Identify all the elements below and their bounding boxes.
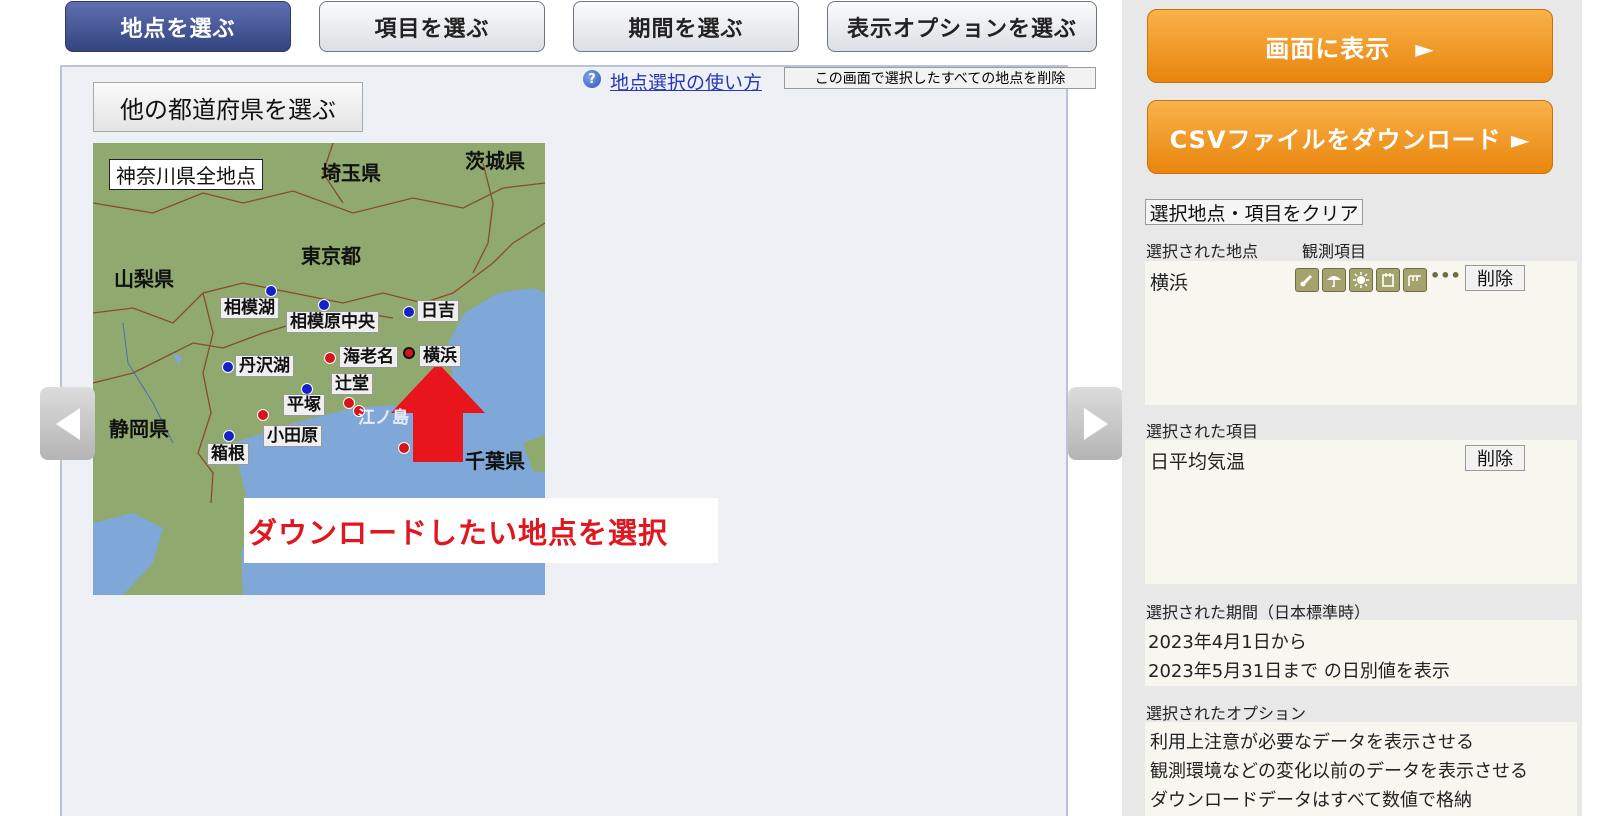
option-item: 利用上注意が必要なデータを表示させる <box>1150 732 1474 753</box>
station-label[interactable]: 横浜 <box>419 345 461 367</box>
tab-period[interactable]: 期間を選ぶ <box>573 1 799 52</box>
page: 地点を選ぶ 項目を選ぶ 期間を選ぶ 表示オプションを選ぶ ? 地点選択の使い方 … <box>0 0 1606 816</box>
region-label: 静岡県 <box>109 417 169 441</box>
option-item: 観測環境などの変化以前のデータを表示させる <box>1150 761 1528 782</box>
show-on-screen-button[interactable]: 画面に表示 ► <box>1147 9 1553 83</box>
selected-item-value: 日平均気温 <box>1150 451 1246 473</box>
station-marker[interactable] <box>398 442 410 454</box>
station-marker[interactable] <box>257 409 269 421</box>
umbrella-icon <box>1322 268 1346 292</box>
suruga-bay <box>93 513 163 595</box>
station-label[interactable]: 箱根 <box>207 443 249 465</box>
region-label: 茨城県 <box>465 149 525 173</box>
station-label[interactable]: 日吉 <box>417 300 459 322</box>
map-title: 神奈川県全地点 <box>109 159 263 190</box>
other-prefecture-button[interactable]: 他の都道府県を選ぶ <box>93 82 363 132</box>
station-label[interactable]: 相模湖 <box>220 297 279 319</box>
station-marker[interactable] <box>403 306 415 318</box>
prev-arrow-button[interactable] <box>40 387 95 460</box>
selected-options-label: 選択されたオプション <box>1146 704 1307 723</box>
station-marker[interactable] <box>265 285 277 297</box>
station-label[interactable]: 丹沢湖 <box>235 355 294 377</box>
option-item: ダウンロードデータはすべて数値で格納 <box>1150 790 1473 811</box>
thermometer-icon <box>1295 268 1319 292</box>
tab-options[interactable]: 表示オプションを選ぶ <box>827 1 1097 52</box>
more-icons-indicator: ••• <box>1430 266 1461 285</box>
sun-icon <box>1349 268 1373 292</box>
station-marker[interactable] <box>222 361 234 373</box>
selected-station-marker[interactable] <box>403 347 415 359</box>
selected-items-label: 選択された項目 <box>1146 422 1259 441</box>
station-label[interactable]: 辻堂 <box>331 373 373 395</box>
period-from: 2023年4月1日から <box>1148 632 1307 653</box>
selected-location-value: 横浜 <box>1150 272 1189 294</box>
tab-location[interactable]: 地点を選ぶ <box>65 1 291 52</box>
arrow-left-icon <box>55 407 80 440</box>
selected-location-label: 選択された地点 <box>1146 242 1259 261</box>
region-label: 千葉県 <box>465 449 525 473</box>
region-label: 山梨県 <box>114 267 174 291</box>
station-label[interactable]: 平塚 <box>283 394 325 416</box>
region-label: 埼玉県 <box>321 161 381 185</box>
help-icon[interactable]: ? <box>583 70 601 88</box>
wind-icon <box>1403 268 1427 292</box>
station-label[interactable]: 相模原中央 <box>286 311 379 333</box>
station-label[interactable]: 小田原 <box>263 425 322 447</box>
station-label[interactable]: 江ノ島 <box>355 408 412 428</box>
download-csv-button[interactable]: CSVファイルをダウンロード ► <box>1147 100 1553 174</box>
station-label[interactable]: 海老名 <box>339 346 398 368</box>
station-marker[interactable] <box>318 299 330 311</box>
arrow-right-icon <box>1083 407 1108 440</box>
period-to: 2023年5月31日まで の日別値を表示 <box>1148 661 1450 682</box>
next-arrow-button[interactable] <box>1068 387 1123 460</box>
delete-location-button[interactable]: 削除 <box>1465 265 1525 291</box>
clear-all-locations-button[interactable]: この画面で選択したすべての地点を削除 <box>784 67 1096 89</box>
station-marker[interactable] <box>223 430 235 442</box>
region-label: 東京都 <box>301 244 361 268</box>
clear-selection-button[interactable]: 選択地点・項目をクリア <box>1145 199 1363 225</box>
station-marker[interactable] <box>324 352 336 364</box>
help-link[interactable]: 地点選択の使い方 <box>610 68 762 95</box>
observation-items-label: 観測項目 <box>1302 242 1367 261</box>
snow-icon <box>1376 268 1400 292</box>
annotation-text: ダウンロードしたい地点を選択 <box>244 498 718 563</box>
tab-items[interactable]: 項目を選ぶ <box>319 1 545 52</box>
delete-item-button[interactable]: 削除 <box>1465 445 1525 471</box>
